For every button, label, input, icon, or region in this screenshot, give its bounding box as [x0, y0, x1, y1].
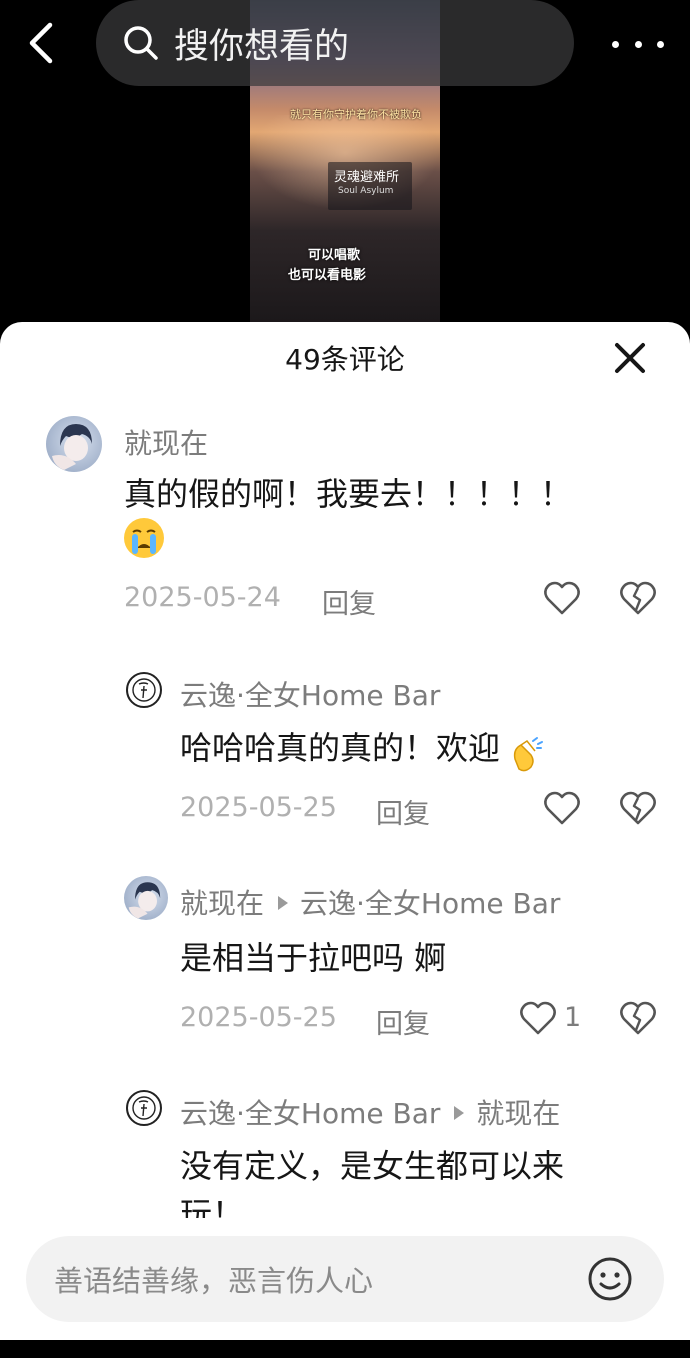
- avatar[interactable]: [126, 1090, 162, 1126]
- chevron-left-icon: [29, 22, 53, 64]
- reply-to-author[interactable]: 就现在: [476, 1097, 560, 1130]
- comment-author-row: 云逸·全女Home Bar 就现在: [180, 1092, 560, 1132]
- crying-face-icon: [124, 518, 164, 558]
- reply-button[interactable]: 回复: [376, 1002, 430, 1041]
- heart-icon: [520, 1001, 556, 1035]
- search-bar[interactable]: 搜你想看的: [96, 0, 574, 86]
- comment-author[interactable]: 就现在: [124, 422, 208, 462]
- dot-icon: [634, 40, 642, 48]
- more-options-button[interactable]: [612, 24, 664, 64]
- dislike-button[interactable]: [618, 578, 658, 618]
- video-caption-top: 就只有你守护着你不被欺负: [290, 108, 422, 121]
- avatar[interactable]: [126, 672, 162, 708]
- dislike-button[interactable]: [618, 998, 658, 1038]
- like-button[interactable]: [542, 788, 582, 828]
- broken-heart-icon: [620, 791, 656, 825]
- reply-button[interactable]: 回复: [376, 792, 430, 831]
- comment-text-row: 哈哈哈真的真的！欢迎: [180, 722, 545, 775]
- comment-input-placeholder: 善语结善缘，恶言伤人心: [54, 1264, 374, 1298]
- dislike-button[interactable]: [618, 788, 658, 828]
- comment-author[interactable]: 云逸·全女Home Bar: [180, 674, 440, 714]
- avatar[interactable]: [46, 416, 102, 472]
- like-count: 1: [564, 1002, 582, 1033]
- comment-date: 2025-05-25: [180, 792, 337, 823]
- emoji-button[interactable]: [586, 1255, 634, 1303]
- like-button[interactable]: [542, 578, 582, 618]
- broken-heart-icon: [620, 581, 656, 615]
- video-caption-line2: 也可以看电影: [288, 268, 367, 283]
- dot-icon: [657, 40, 664, 48]
- video-sign-subtitle: Soul Asylum: [338, 186, 394, 196]
- comment-text: 没有定义，是女生都可以来: [180, 1147, 565, 1185]
- comment-author-row: 就现在 云逸·全女Home Bar: [180, 882, 560, 922]
- comment-count-title: 49条评论: [285, 343, 405, 376]
- reply-arrow-icon: [278, 896, 289, 910]
- comment-input[interactable]: 善语结善缘，恶言伤人心: [26, 1236, 664, 1322]
- clapping-hands-icon: [505, 734, 545, 776]
- comment-sheet: 49条评论 就现在 真的假的啊！我要去！！！！！ 2025-05-24 回复 云…: [0, 322, 690, 1340]
- comment-input-bar: 善语结善缘，恶言伤人心: [0, 1218, 690, 1340]
- comment-author[interactable]: 云逸·全女Home Bar: [180, 1097, 440, 1130]
- comment-date: 2025-05-25: [180, 1002, 337, 1033]
- reply-to-author[interactable]: 云逸·全女Home Bar: [300, 887, 560, 920]
- comment-text: 哈哈哈真的真的！欢迎: [180, 729, 501, 767]
- reply-button[interactable]: 回复: [322, 582, 376, 621]
- smiley-icon: [588, 1257, 632, 1301]
- video-caption-line1: 可以唱歌: [308, 248, 361, 263]
- back-button[interactable]: [18, 18, 64, 68]
- video-sign-title: 灵魂避难所: [334, 170, 400, 185]
- dot-icon: [612, 40, 619, 48]
- heart-icon: [544, 581, 580, 615]
- comment-text: 真的假的啊！我要去！！！！！: [124, 475, 573, 513]
- comment-date: 2025-05-24: [124, 582, 281, 613]
- like-button[interactable]: [518, 998, 558, 1038]
- search-placeholder: 搜你想看的: [174, 26, 350, 67]
- broken-heart-icon: [620, 1001, 656, 1035]
- comment-text: 是相当于拉吧吗 婀: [180, 939, 447, 977]
- reply-arrow-icon: [454, 1106, 465, 1120]
- comment-author[interactable]: 就现在: [180, 887, 264, 920]
- bottom-edge: [0, 1340, 690, 1358]
- close-button[interactable]: [612, 340, 648, 376]
- heart-icon: [544, 791, 580, 825]
- search-icon: [122, 23, 162, 63]
- avatar[interactable]: [124, 876, 168, 920]
- close-icon: [615, 343, 645, 373]
